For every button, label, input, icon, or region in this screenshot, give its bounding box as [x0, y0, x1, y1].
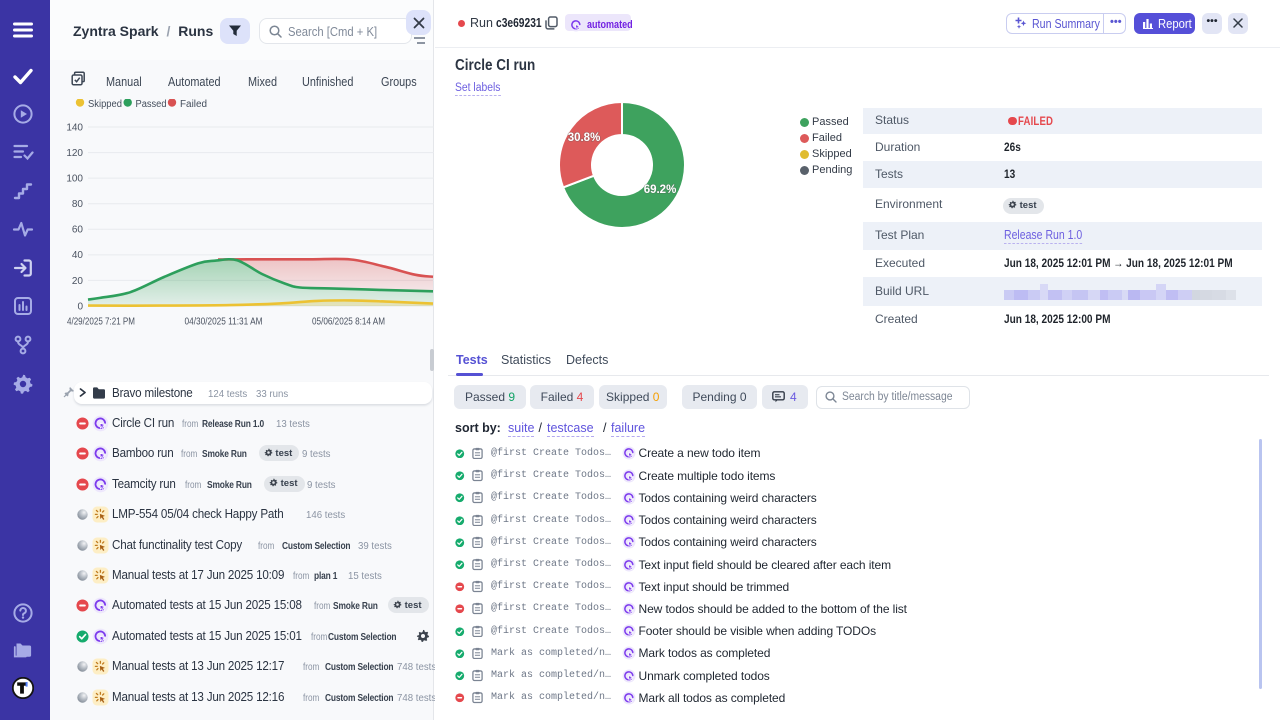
svg-text:04/30/2025 11:31 AM: 04/30/2025 11:31 AM: [185, 316, 263, 328]
svg-text:69.2%: 69.2%: [644, 184, 677, 196]
svg-text:Failed: Failed: [180, 99, 207, 110]
svg-text:80: 80: [72, 199, 84, 210]
svg-text:60: 60: [72, 225, 84, 236]
svg-text:30.8%: 30.8%: [568, 132, 601, 144]
svg-text:100: 100: [66, 174, 83, 185]
svg-text:Passed: Passed: [136, 99, 167, 110]
svg-text:140: 140: [66, 123, 83, 134]
svg-text:120: 120: [66, 148, 83, 159]
svg-text:05/06/2025 8:14 AM: 05/06/2025 8:14 AM: [312, 316, 385, 328]
svg-text:4/29/2025 7:21 PM: 4/29/2025 7:21 PM: [67, 316, 135, 328]
svg-text:0: 0: [77, 302, 83, 313]
svg-text:Skipped: Skipped: [88, 99, 122, 110]
svg-text:20: 20: [72, 276, 84, 287]
svg-text:40: 40: [72, 250, 84, 261]
